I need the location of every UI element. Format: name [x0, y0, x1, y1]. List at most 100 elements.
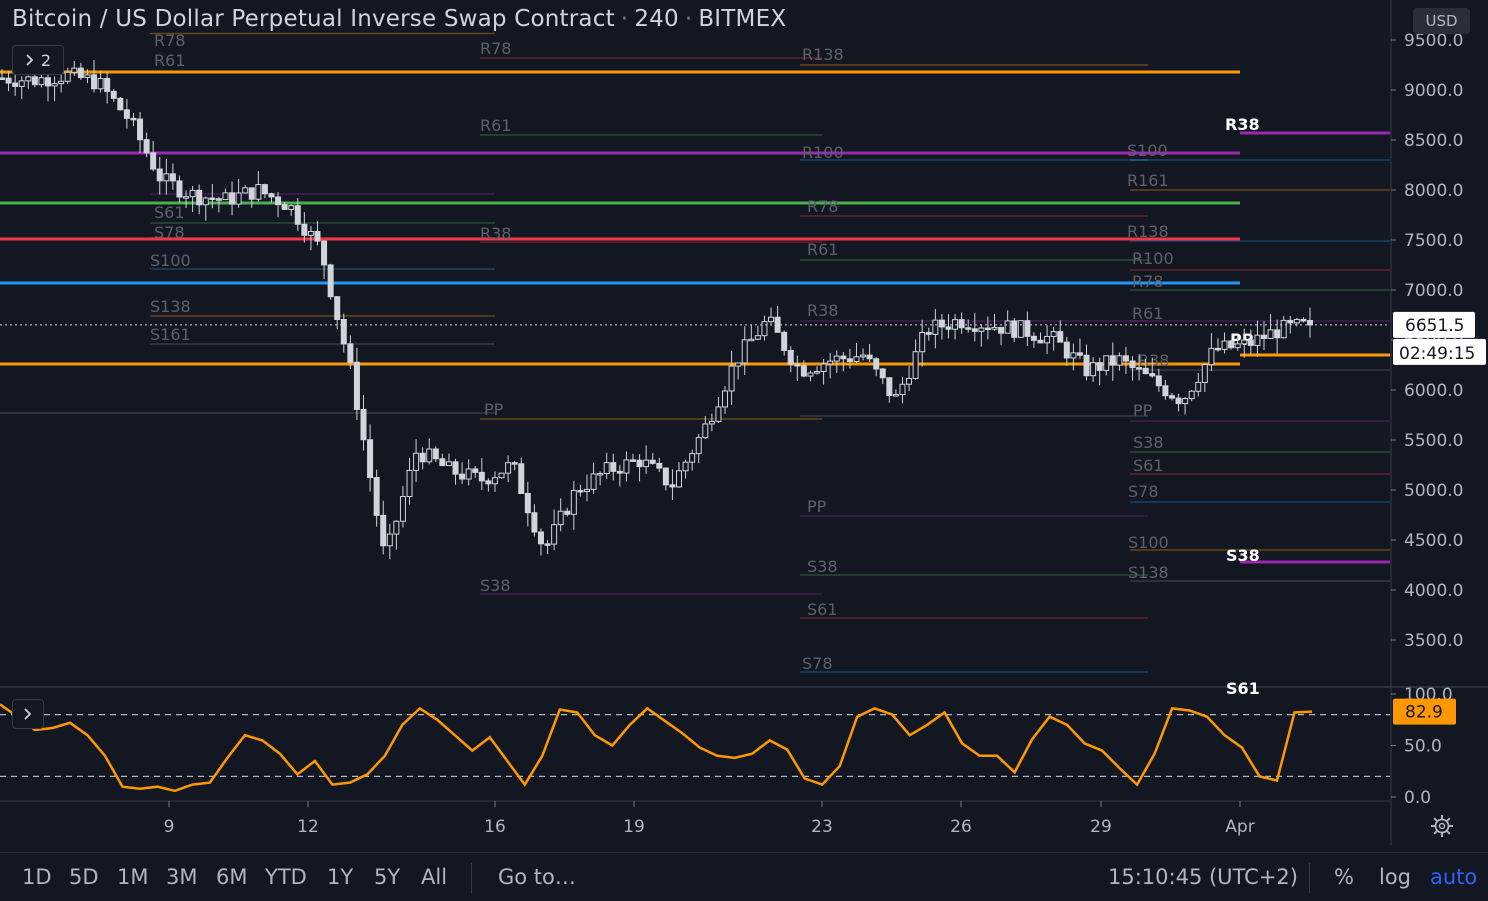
candle-body: [551, 524, 558, 545]
candle-body: [1116, 355, 1123, 366]
candle-body: [577, 489, 584, 493]
candle-body: [301, 223, 308, 236]
legend-count: 2: [40, 50, 52, 70]
price-axis-label: 5500.0: [1404, 431, 1463, 451]
pivot-label-faded: R100: [1132, 249, 1174, 268]
price-axis-label: 8500.0: [1404, 131, 1463, 151]
time-axis-label: 12: [297, 817, 319, 837]
candle-body: [623, 459, 630, 474]
range-1m[interactable]: 1M: [117, 865, 148, 889]
range-5d[interactable]: 5D: [69, 865, 99, 889]
range-1y[interactable]: 1Y: [327, 865, 353, 889]
price-axis-label: 9500.0: [1404, 31, 1463, 51]
candle-body: [682, 461, 689, 472]
percent-toggle[interactable]: %: [1334, 865, 1354, 889]
candle-body: [781, 331, 788, 351]
candle-body: [1228, 340, 1235, 349]
time-axis-label: 26: [950, 817, 972, 837]
pivot-label-faded: S61: [1133, 456, 1164, 475]
candle-body: [1307, 320, 1313, 326]
candle-body: [1136, 367, 1143, 370]
candle-body: [1234, 343, 1241, 349]
candle-body: [393, 520, 400, 535]
pivot-label: S61: [1226, 679, 1260, 698]
candle-body: [1293, 318, 1300, 324]
price-axis-label: 8000.0: [1404, 181, 1463, 201]
candle-body: [866, 354, 873, 360]
candle-body: [110, 90, 117, 99]
candle-body: [478, 471, 485, 482]
range-ytd[interactable]: YTD: [265, 865, 307, 889]
candle-body: [984, 327, 991, 331]
currency-button[interactable]: USD: [1413, 8, 1470, 34]
pivot-label-faded: S38: [807, 557, 838, 576]
goto-button[interactable]: Go to…: [498, 865, 576, 889]
candle-body: [452, 461, 459, 475]
range-3m[interactable]: 3M: [166, 865, 197, 889]
pivot-label-faded: S78: [1128, 482, 1159, 501]
candle-body: [840, 355, 847, 360]
candle-body: [616, 470, 623, 474]
toolbar-divider: [471, 863, 472, 893]
candle-body: [183, 196, 190, 199]
candle-body: [886, 377, 893, 397]
candle-body: [0, 77, 5, 80]
candle-body: [1096, 362, 1103, 371]
pivot-label: S38: [1226, 546, 1260, 565]
candle-body: [242, 187, 249, 194]
candle-body: [833, 355, 840, 362]
candle-body: [564, 510, 571, 515]
range-1d[interactable]: 1D: [22, 865, 52, 889]
candle-body: [1260, 334, 1267, 339]
candle-body: [1280, 319, 1287, 339]
range-6m[interactable]: 6M: [216, 865, 247, 889]
candle-body: [919, 332, 926, 353]
countdown-value: 02:49:15: [1399, 344, 1475, 364]
candle-body: [1083, 354, 1090, 377]
interval-label[interactable]: 240: [634, 6, 679, 32]
auto-scale-toggle[interactable]: auto: [1430, 865, 1477, 889]
candle-body: [189, 189, 196, 198]
candle-body: [498, 472, 505, 479]
candle-body: [1274, 329, 1281, 339]
candle-body: [912, 351, 919, 379]
pivot-label-faded: S61: [807, 600, 838, 619]
candle-body: [906, 377, 913, 385]
log-toggle[interactable]: log: [1379, 865, 1411, 889]
candle-body: [413, 452, 420, 471]
pivot-label-faded: R38: [807, 301, 838, 320]
chart-title: Bitcoin / US Dollar Perpetual Inverse Sw…: [12, 6, 787, 32]
candle-body: [1063, 341, 1070, 359]
gear-icon[interactable]: [1428, 812, 1456, 840]
range-all[interactable]: All: [421, 865, 447, 889]
clock-timezone[interactable]: 15:10:45 (UTC+2): [1108, 865, 1298, 889]
pivot-label-faded: R78: [1132, 272, 1163, 291]
candle-body: [1090, 362, 1097, 377]
price-axis-label: 3500.0: [1404, 631, 1463, 651]
indicator-legend-toggle[interactable]: 2: [12, 45, 64, 75]
price-axis-label: 7500.0: [1404, 231, 1463, 251]
candle-body: [202, 197, 209, 206]
candle-body: [892, 394, 899, 397]
candle-body: [518, 463, 525, 494]
candle-body: [77, 67, 84, 78]
candle-body: [386, 533, 393, 547]
candle-body: [367, 439, 374, 479]
candle-body: [163, 173, 170, 182]
rsi-legend-toggle[interactable]: [12, 699, 44, 729]
chart-canvas[interactable]: R78R61S61S78S100S138S161R78R61R38PPS38R1…: [0, 0, 1488, 901]
pivot-label: R38: [1225, 115, 1260, 134]
candle-body: [537, 531, 544, 545]
pivot-label-faded: S100: [1127, 141, 1168, 160]
candle-body: [143, 139, 150, 154]
pivot-label-faded: R78: [807, 197, 838, 216]
exchange-label: BITMEX: [698, 6, 787, 32]
pivot-label-faded: S138: [1128, 563, 1169, 582]
price-axis-label: 6000.0: [1404, 381, 1463, 401]
price-axis-label: 7000.0: [1404, 281, 1463, 301]
candle-body: [334, 296, 341, 321]
candle-body: [794, 363, 801, 367]
candle-body: [544, 543, 551, 546]
range-5y[interactable]: 5Y: [374, 865, 400, 889]
candle-body: [445, 461, 452, 467]
